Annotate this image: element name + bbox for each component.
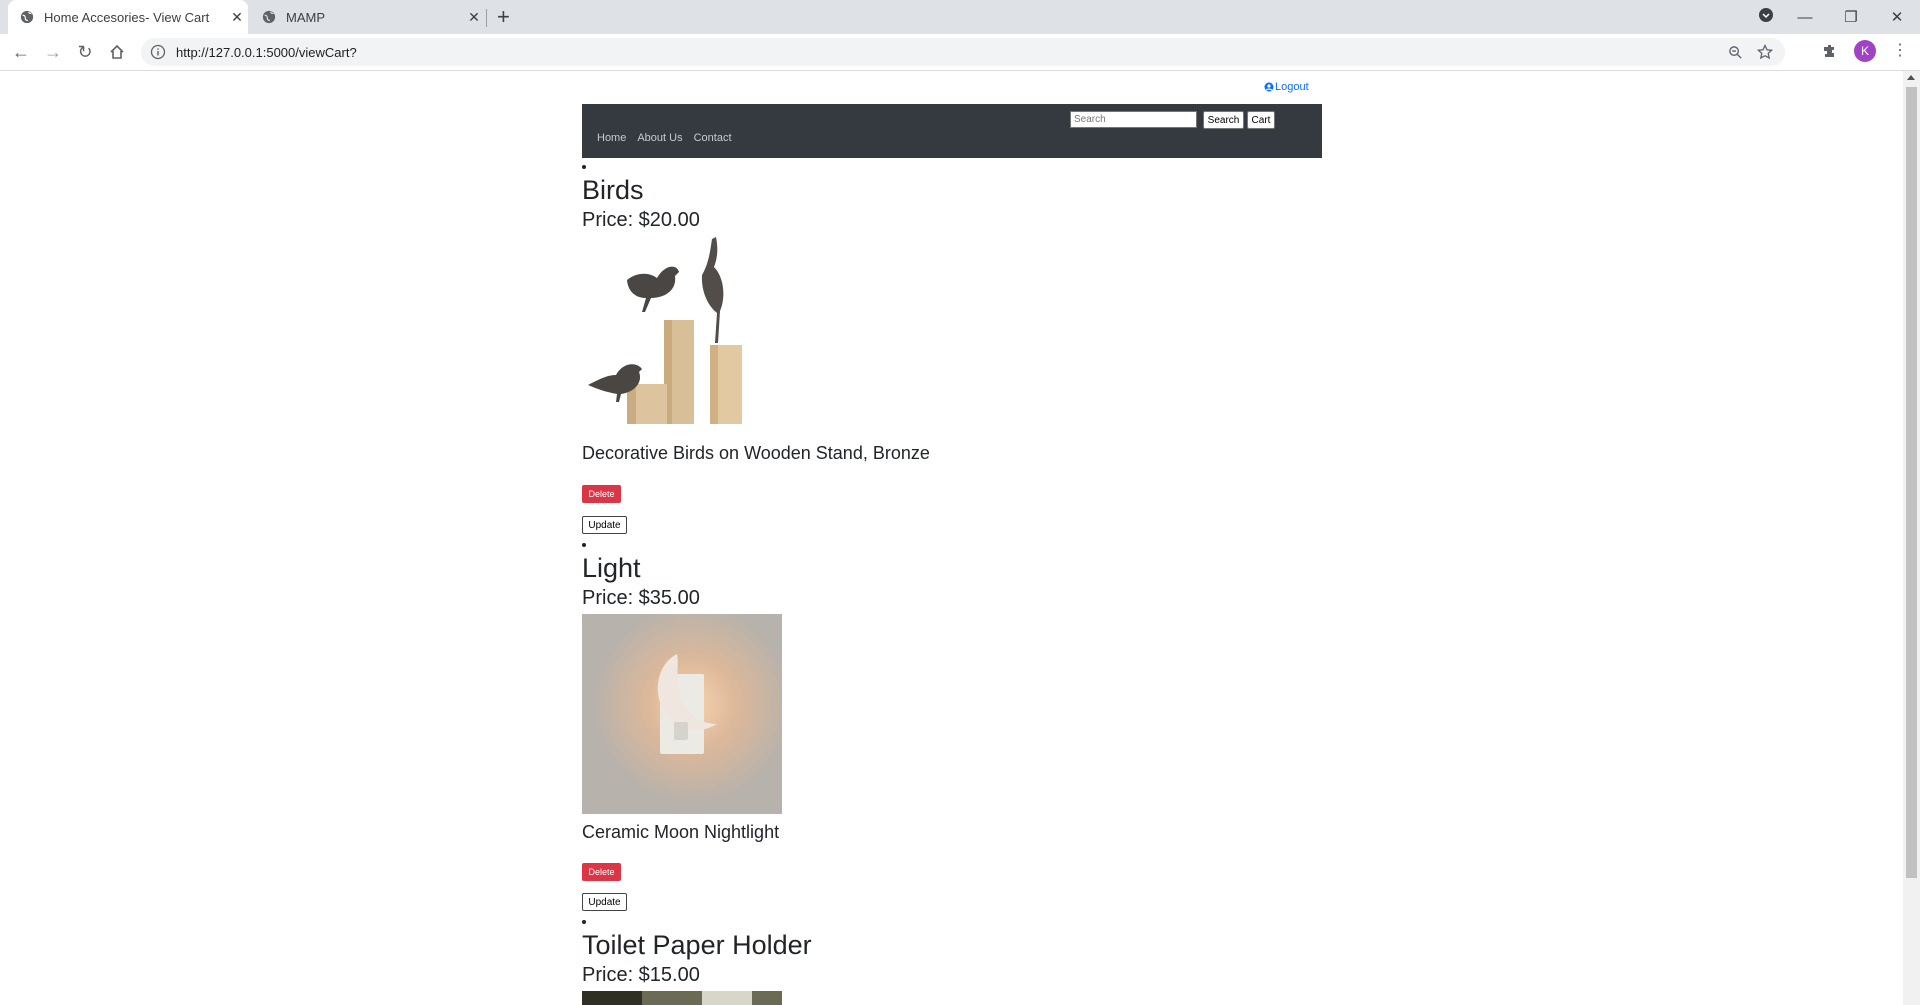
page-viewport: Logout Home About Us Contact Search Cart…	[0, 71, 1903, 1005]
user-circle-icon	[1264, 82, 1274, 92]
item-price: Price: $20.00	[582, 209, 700, 231]
logout-link[interactable]: Logout	[1264, 81, 1309, 93]
address-bar[interactable]: http://127.0.0.1:5000/viewCart?	[141, 38, 1785, 66]
tab-view-cart[interactable]: Home Accesories- View Cart ✕	[8, 0, 248, 34]
tab-title: Home Accesories- View Cart	[44, 9, 210, 25]
item-name: Birds	[582, 175, 644, 205]
new-tab-icon[interactable]: +	[497, 4, 510, 30]
item-price: Price: $15.00	[582, 964, 700, 986]
list-bullet	[582, 165, 586, 169]
item-name: Light	[582, 553, 641, 583]
tab-strip: Home Accesories- View Cart ✕ MAMP ✕ + — …	[0, 0, 1920, 34]
restore-icon[interactable]: ❐	[1828, 8, 1874, 26]
tab-close-icon[interactable]: ✕	[463, 9, 485, 26]
tab-title: MAMP	[286, 9, 325, 25]
product-image-moon-nightlight	[582, 614, 782, 814]
tab-separator	[486, 9, 487, 27]
url-text[interactable]: http://127.0.0.1:5000/viewCart?	[176, 45, 1728, 60]
list-bullet	[582, 543, 586, 547]
menu-kebab-icon[interactable]: ⋮	[1892, 43, 1908, 59]
item-price: Price: $35.00	[582, 587, 700, 609]
list-item: Light Price: $35.00 Ceramic Moon Nightli…	[582, 540, 1082, 920]
scroll-up-icon[interactable]	[1907, 75, 1915, 80]
back-icon[interactable]: ←	[9, 40, 33, 64]
delete-button[interactable]: Delete	[582, 485, 621, 503]
scrollbar-thumb[interactable]	[1906, 87, 1917, 878]
minimize-icon[interactable]: —	[1782, 9, 1828, 26]
close-window-icon[interactable]: ✕	[1874, 8, 1920, 26]
nav-link-about-us[interactable]: About Us	[637, 132, 682, 144]
zoom-icon[interactable]	[1728, 45, 1743, 60]
list-bullet	[582, 920, 586, 924]
item-description: Ceramic Moon Nightlight	[582, 822, 780, 842]
cart-button[interactable]: Cart	[1247, 111, 1275, 129]
page-scrollbar[interactable]	[1903, 71, 1920, 1005]
reload-icon[interactable]: ↻	[73, 40, 97, 64]
avatar[interactable]: K	[1854, 40, 1876, 62]
item-name: Toilet Paper Holder	[582, 930, 812, 960]
update-button[interactable]: Update	[582, 893, 627, 911]
product-image-birds	[582, 235, 782, 427]
browser-toolbar: ← → ↻ http://127.0.0.1:5000/viewCart? K …	[0, 34, 1920, 71]
tab-mamp[interactable]: MAMP ✕	[250, 0, 485, 34]
nav-link-contact[interactable]: Contact	[694, 132, 732, 144]
logout-label: Logout	[1275, 81, 1309, 93]
list-item: Birds Price: $20.00 Decorative Birds on …	[582, 162, 1082, 542]
search-input[interactable]	[1070, 111, 1197, 128]
tab-search-icon[interactable]	[1750, 7, 1782, 28]
info-icon[interactable]	[150, 44, 166, 60]
home-icon[interactable]	[105, 40, 129, 64]
extensions-icon[interactable]	[1822, 43, 1838, 59]
search-button[interactable]: Search	[1203, 111, 1244, 129]
item-description: Decorative Birds on Wooden Stand, Bronze	[582, 443, 930, 463]
bookmark-star-icon[interactable]	[1757, 44, 1773, 60]
delete-button[interactable]: Delete	[582, 863, 621, 881]
tab-close-icon[interactable]: ✕	[226, 9, 248, 26]
globe-icon	[20, 10, 34, 24]
navbar: Home About Us Contact Search Cart	[582, 104, 1322, 158]
update-button[interactable]: Update	[582, 516, 627, 534]
list-item: Toilet Paper Holder Price: $15.00	[582, 918, 1082, 1005]
globe-icon	[262, 10, 276, 24]
product-image-toilet-paper-holder	[582, 991, 782, 1005]
nav-link-home[interactable]: Home	[597, 132, 626, 144]
forward-icon[interactable]: →	[41, 40, 65, 64]
